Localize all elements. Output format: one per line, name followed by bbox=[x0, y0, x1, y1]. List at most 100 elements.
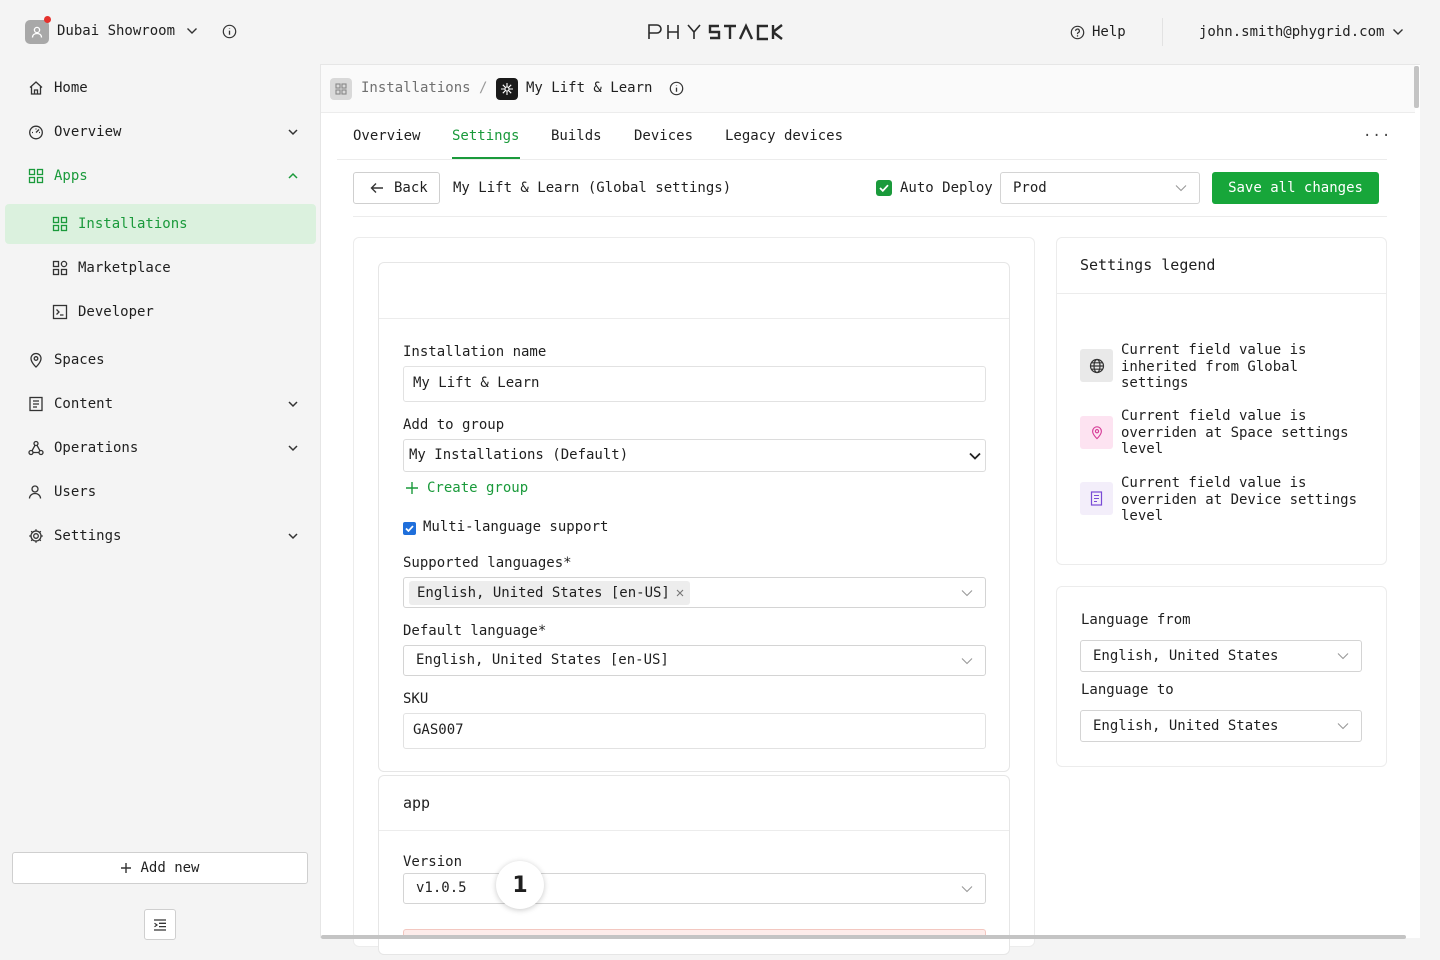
language-from-label: Language from bbox=[1081, 612, 1191, 628]
sidebar-item-label: Settings bbox=[54, 528, 122, 544]
chevron-down-icon bbox=[288, 533, 298, 540]
sidebar-item-label: Apps bbox=[54, 168, 88, 184]
sidebar-item-apps[interactable]: Apps bbox=[0, 156, 320, 196]
chevron-down-icon bbox=[969, 452, 981, 460]
group-select[interactable]: My Installations (Default) bbox=[403, 439, 986, 472]
tab-legacy-devices[interactable]: Legacy devices bbox=[725, 128, 843, 144]
help-link[interactable]: Help bbox=[1092, 24, 1126, 40]
sidebar-item-users[interactable]: Users bbox=[0, 472, 320, 512]
sidebar-item-label: Operations bbox=[54, 440, 139, 456]
chevron-down-icon[interactable] bbox=[186, 25, 198, 37]
chevron-down-icon bbox=[961, 658, 973, 665]
app-settings-card bbox=[378, 775, 1010, 955]
version-label: Version bbox=[403, 854, 463, 870]
check-icon bbox=[879, 184, 889, 192]
version-select[interactable]: v1.0.5 bbox=[403, 873, 986, 904]
chevron-down-icon[interactable] bbox=[1392, 26, 1404, 38]
chevron-down-icon bbox=[288, 445, 298, 452]
language-from-select[interactable]: English, United States bbox=[1080, 640, 1362, 672]
environment-select[interactable]: Prod bbox=[1000, 172, 1200, 204]
breadcrumb-installations[interactable]: Installations bbox=[361, 80, 471, 96]
add-new-label: Add new bbox=[140, 860, 200, 876]
chevron-up-icon bbox=[288, 172, 298, 179]
auto-deploy-checkbox[interactable] bbox=[876, 180, 892, 196]
toolbar-divider bbox=[353, 216, 1387, 217]
info-icon[interactable] bbox=[222, 24, 237, 39]
sidebar-item-label: Content bbox=[54, 396, 114, 412]
chevron-down-icon bbox=[288, 401, 298, 408]
help-icon[interactable] bbox=[1070, 25, 1085, 40]
sidebar-item-operations[interactable]: Operations bbox=[0, 428, 320, 468]
sku-input[interactable]: GAS007 bbox=[403, 713, 986, 749]
group-value: My Installations (Default) bbox=[409, 447, 629, 463]
supported-languages-select[interactable]: English, United States [en-US] bbox=[403, 577, 986, 608]
sidebar-item-spaces[interactable]: Spaces bbox=[0, 340, 320, 380]
more-options-button[interactable]: ··· bbox=[1363, 128, 1391, 144]
terminal-icon bbox=[52, 304, 68, 320]
apps-grid-icon bbox=[52, 216, 68, 232]
gauge-icon bbox=[29, 125, 43, 140]
sidebar-item-content[interactable]: Content bbox=[0, 384, 320, 424]
default-language-select[interactable]: English, United States [en-US] bbox=[403, 645, 986, 676]
workspace-name[interactable]: Dubai Showroom bbox=[57, 23, 175, 39]
sidebar-item-settings[interactable]: Settings bbox=[0, 516, 320, 556]
create-group-button[interactable]: Create group bbox=[405, 480, 528, 496]
user-menu[interactable]: john.smith@phygrid.com bbox=[1199, 24, 1384, 40]
chevron-down-icon bbox=[1337, 653, 1349, 660]
multi-language-label: Multi-language support bbox=[423, 519, 609, 535]
legend-title: Settings legend bbox=[1080, 256, 1216, 274]
back-label: Back bbox=[394, 180, 428, 196]
general-settings-card bbox=[378, 262, 1010, 772]
sidebar-item-label: Marketplace bbox=[78, 260, 171, 276]
installation-name-label: Installation name bbox=[403, 344, 547, 360]
group-label: Add to group bbox=[403, 417, 505, 433]
language-to-select[interactable]: English, United States bbox=[1080, 710, 1362, 742]
sku-value: GAS007 bbox=[413, 722, 464, 738]
phystack-logo bbox=[648, 22, 792, 42]
workspace-avatar[interactable] bbox=[25, 20, 49, 44]
topbar-divider bbox=[1162, 18, 1163, 46]
user-icon bbox=[31, 26, 43, 38]
marketplace-icon bbox=[52, 260, 68, 276]
user-icon bbox=[28, 485, 42, 499]
create-group-label: Create group bbox=[427, 480, 529, 496]
tab-overview[interactable]: Overview bbox=[353, 128, 420, 144]
language-tag: English, United States [en-US] bbox=[409, 581, 690, 605]
auto-deploy-label: Auto Deploy bbox=[900, 180, 993, 196]
horizontal-scrollbar[interactable] bbox=[321, 935, 1406, 939]
version-value: v1.0.5 bbox=[416, 880, 467, 896]
sidebar-item-overview[interactable]: Overview bbox=[0, 112, 320, 152]
chevron-down-icon bbox=[961, 590, 973, 597]
legend-item-space: Current field value is overriden at Spac… bbox=[1121, 408, 1349, 458]
save-all-changes-button[interactable]: Save all changes bbox=[1212, 172, 1379, 204]
chevron-down-icon bbox=[961, 886, 973, 893]
chevron-down-icon bbox=[288, 129, 298, 136]
sidebar-item-label: Developer bbox=[78, 304, 154, 320]
check-icon bbox=[405, 525, 414, 532]
environment-value: Prod bbox=[1013, 180, 1047, 196]
breadcrumb-separator: / bbox=[479, 80, 488, 96]
legend-divider bbox=[1057, 293, 1386, 294]
installation-name-input[interactable]: My Lift & Learn bbox=[403, 366, 986, 402]
collapse-sidebar-button[interactable] bbox=[144, 909, 176, 940]
sidebar-item-marketplace[interactable]: Marketplace bbox=[0, 248, 320, 288]
tab-devices[interactable]: Devices bbox=[634, 128, 693, 144]
supported-languages-label: Supported languages* bbox=[403, 555, 572, 571]
sidebar-item-home[interactable]: Home bbox=[0, 68, 320, 108]
tabs-divider bbox=[337, 159, 1387, 160]
tab-builds[interactable]: Builds bbox=[551, 128, 602, 144]
back-button[interactable]: Back bbox=[353, 172, 440, 204]
vertical-scrollbar[interactable] bbox=[1414, 66, 1419, 108]
tab-settings[interactable]: Settings bbox=[452, 128, 519, 144]
info-icon[interactable] bbox=[669, 81, 684, 96]
add-new-button[interactable]: Add new bbox=[12, 852, 308, 884]
sidebar-item-installations[interactable]: Installations bbox=[5, 204, 316, 244]
default-language-label: Default language* bbox=[403, 623, 547, 639]
breadcrumb-current: My Lift & Learn bbox=[526, 80, 653, 96]
sidebar-item-label: Home bbox=[54, 80, 88, 96]
sidebar-item-developer[interactable]: Developer bbox=[0, 292, 320, 332]
language-tag-label: English, United States [en-US] bbox=[417, 585, 670, 601]
close-icon[interactable] bbox=[676, 589, 684, 597]
multi-language-checkbox[interactable] bbox=[403, 522, 416, 535]
chevron-down-icon bbox=[1337, 723, 1349, 730]
